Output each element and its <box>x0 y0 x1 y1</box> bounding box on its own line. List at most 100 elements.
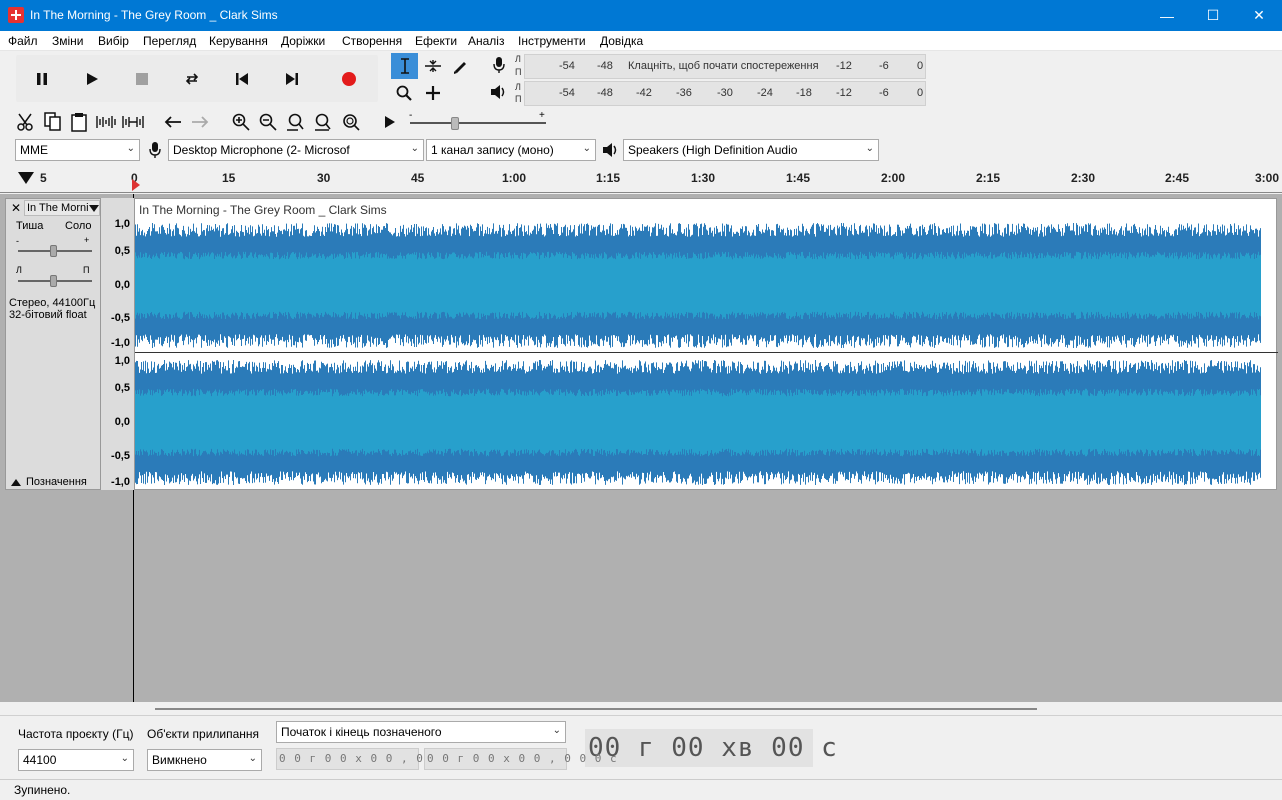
zoom-toggle-button[interactable] <box>337 110 363 134</box>
cut-button[interactable] <box>14 110 38 134</box>
menu-tracks[interactable]: Доріжки <box>281 34 325 48</box>
menu-analyze[interactable]: Аналіз <box>468 34 504 48</box>
ruler-tick: 1:15 <box>596 171 621 185</box>
waveform-rms <box>135 388 1261 457</box>
speed-slider-track[interactable] <box>410 122 546 124</box>
selection-start-time[interactable]: 0 0 г 0 0 х 0 0 , 0 0 0 с <box>276 748 469 770</box>
snap-select[interactable]: Вимкнено ⌄ <box>147 749 262 771</box>
time-display[interactable]: 00 г 00 хв 00 с <box>585 729 837 767</box>
record-meter[interactable]: -54 -48 Клацніть, щоб почати спостережен… <box>524 54 926 79</box>
zoom-toggle-icon <box>343 114 360 131</box>
skip-end-button[interactable] <box>280 67 304 91</box>
vertical-scale[interactable]: 1,0 0,5 0,0 -0,5 -1,0 1,0 0,5 0,0 -0,5 -… <box>101 198 134 490</box>
output-device-value: Speakers (High Definition Audio <box>628 143 798 157</box>
fit-selection-button[interactable] <box>283 110 307 134</box>
pan-slider-thumb[interactable] <box>50 275 57 287</box>
gain-slider-thumb[interactable] <box>50 245 57 257</box>
meter-tick: -42 <box>636 87 652 99</box>
track-format-bits: 32-бітовий float <box>9 309 87 321</box>
envelope-tool-button[interactable] <box>420 53 446 79</box>
input-device-select[interactable]: Desktop Microphone (2- Microsof ⌄ <box>168 139 424 161</box>
meter-tick: -48 <box>597 87 613 99</box>
playhead-marker-icon[interactable] <box>132 179 140 191</box>
arrow-left-icon <box>164 116 181 128</box>
meter-tick: -12 <box>836 87 852 99</box>
scale-label: 0,0 <box>114 279 130 291</box>
ruler-tick: 2:30 <box>1071 171 1096 185</box>
copy-button[interactable] <box>41 110 65 134</box>
stop-button[interactable] <box>130 67 154 91</box>
menu-generate[interactable]: Створення <box>342 34 402 48</box>
multi-tool-button[interactable] <box>420 80 446 106</box>
gain-plus-label: + <box>84 235 90 245</box>
mute-button[interactable]: Тиша <box>16 220 43 232</box>
record-icon <box>342 72 356 86</box>
solo-button[interactable]: Соло <box>65 220 91 232</box>
track-menu-button[interactable]: In The Morni <box>24 200 100 216</box>
timeline-options-icon[interactable] <box>17 171 35 185</box>
menu-effects[interactable]: Ефекти <box>415 34 457 48</box>
channels-value: 1 канал запису (моно) <box>431 143 554 157</box>
select-track-button[interactable]: Позначення <box>8 475 92 491</box>
scrollbar-thumb[interactable] <box>155 708 1037 710</box>
scale-label: 0,5 <box>114 245 130 257</box>
playback-meter-button[interactable] <box>488 81 510 103</box>
record-meter-button[interactable] <box>489 54 509 76</box>
selection-tool-button[interactable] <box>391 53 418 79</box>
playback-meter[interactable]: -54 -48 -42 -36 -30 -24 -18 -12 -6 0 <box>524 81 926 106</box>
menu-edit[interactable]: Зміни <box>52 34 84 48</box>
trim-audio-icon <box>96 116 116 128</box>
fit-project-button[interactable] <box>310 110 334 134</box>
menu-file[interactable]: Файл <box>8 34 38 48</box>
scale-label: 0,5 <box>114 382 130 394</box>
zoom-tool-button[interactable] <box>391 80 417 106</box>
silence-audio-icon <box>122 116 144 128</box>
play-button[interactable] <box>80 67 104 91</box>
zoom-out-button[interactable] <box>256 110 280 134</box>
redo-button[interactable] <box>188 110 212 134</box>
close-button[interactable]: ✕ <box>1236 0 1282 31</box>
channels-select[interactable]: 1 канал запису (моно) ⌄ <box>426 139 596 161</box>
record-button[interactable] <box>336 66 362 92</box>
chevron-down-icon: ⌄ <box>120 753 129 764</box>
output-device-select[interactable]: Speakers (High Definition Audio ⌄ <box>623 139 879 161</box>
timeline-ruler[interactable]: 5 0 15 30 45 1:00 1:15 1:30 1:45 2:00 2:… <box>0 165 1282 193</box>
menu-transport[interactable]: Керування <box>209 34 268 48</box>
speed-plus-label: + <box>539 110 545 121</box>
waveform-rms <box>135 251 1261 320</box>
menu-view[interactable]: Перегляд <box>143 34 196 48</box>
scale-label: -1,0 <box>111 476 130 488</box>
project-rate-select[interactable]: 44100 ⌄ <box>18 749 134 771</box>
waveform-clip[interactable]: In The Morning - The Grey Room _ Clark S… <box>134 198 1278 490</box>
paste-button[interactable] <box>67 110 91 134</box>
track-close-button[interactable]: ✕ <box>11 201 21 215</box>
scale-label: 0,0 <box>114 416 130 428</box>
trim-button[interactable] <box>94 110 118 134</box>
silence-button[interactable] <box>121 110 145 134</box>
play-icon <box>87 73 98 85</box>
status-bar: Зупинено. <box>0 779 1282 800</box>
loop-button[interactable] <box>180 67 204 91</box>
project-rate-value: 44100 <box>23 753 57 767</box>
minimize-button[interactable]: — <box>1144 0 1190 31</box>
undo-button[interactable] <box>161 110 185 134</box>
zoom-in-button[interactable] <box>229 110 253 134</box>
play-at-speed-button[interactable] <box>380 110 400 134</box>
maximize-button[interactable]: ☐ <box>1190 0 1236 31</box>
ruler-tick: 15 <box>222 171 236 185</box>
selection-mode-value: Початок і кінець позначеного <box>281 725 442 739</box>
horizontal-scrollbar[interactable] <box>0 702 1282 716</box>
selection-end-time[interactable]: 0 0 г 0 0 х 0 0 , 0 0 0 с <box>424 748 617 770</box>
zoom-fit-icon <box>315 113 331 131</box>
draw-tool-button[interactable] <box>447 53 473 79</box>
menu-help[interactable]: Довідка <box>600 34 643 48</box>
time-value: 00 г 00 хв 00 с <box>588 733 838 763</box>
selection-mode-select[interactable]: Початок і кінець позначеного ⌄ <box>276 721 566 743</box>
menu-select[interactable]: Вибір <box>98 34 129 48</box>
loop-icon <box>185 73 199 85</box>
pause-button[interactable] <box>30 67 54 91</box>
audio-host-select[interactable]: MME ⌄ <box>15 139 140 161</box>
skip-start-button[interactable] <box>230 67 254 91</box>
menu-tools[interactable]: Інструменти <box>518 34 586 48</box>
speed-slider-thumb[interactable] <box>451 117 459 130</box>
